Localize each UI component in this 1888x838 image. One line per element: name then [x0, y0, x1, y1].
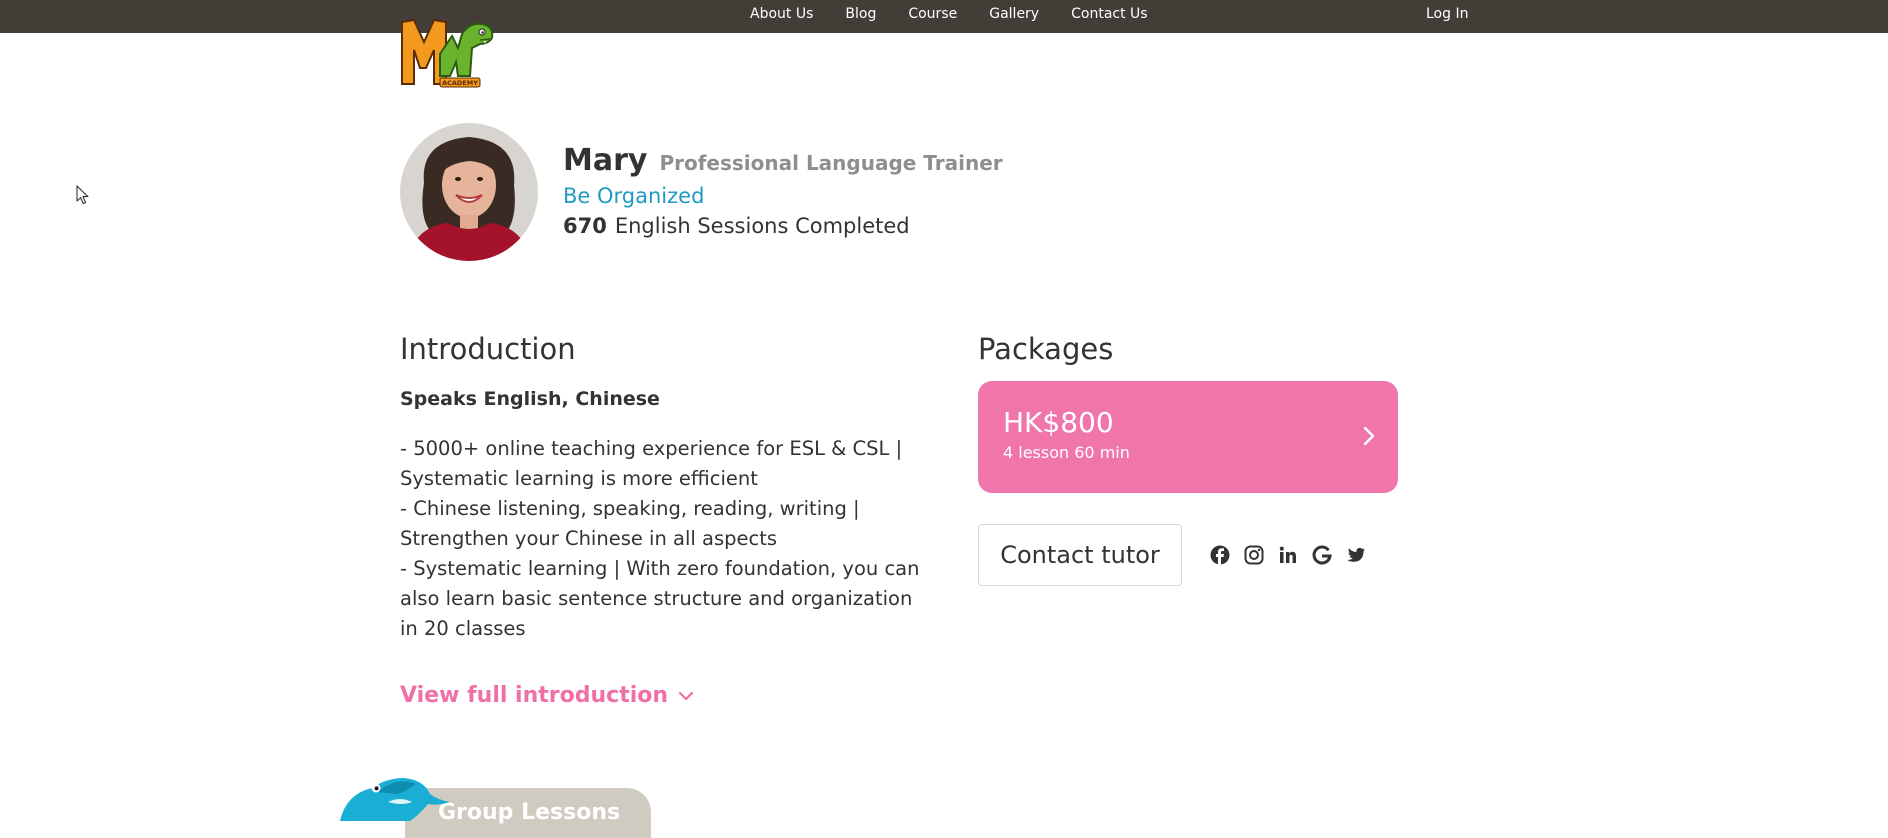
nav-course[interactable]: Course [908, 6, 957, 22]
session-label: English Sessions Completed [614, 214, 910, 238]
package-card[interactable]: HK$800 4 lesson 60 min [978, 381, 1398, 493]
nav-blog[interactable]: Blog [845, 6, 876, 22]
login-nav: Log In [1426, 0, 1468, 27]
session-count: 670 [563, 214, 607, 238]
intro-line: Strengthen your Chinese in all aspects [400, 527, 778, 550]
tutor-motto: Be Organized [563, 184, 705, 208]
instagram-icon[interactable] [1244, 545, 1264, 565]
intro-line: also learn basic sentence structure and … [400, 587, 913, 610]
chevron-right-icon [1363, 426, 1375, 446]
intro-line: - Chinese listening, speaking, reading, … [400, 497, 860, 520]
intro-line: in 20 classes [400, 617, 526, 640]
avatar-photo [400, 123, 538, 261]
intro-line: Systematic learning is more efficient [400, 467, 758, 490]
view-full-introduction-link[interactable]: View full introduction [400, 683, 694, 708]
google-icon[interactable] [1312, 545, 1332, 565]
linkedin-icon[interactable] [1278, 545, 1298, 565]
view-full-label: View full introduction [400, 683, 669, 708]
chevron-down-icon [678, 691, 694, 700]
social-links [1210, 545, 1366, 565]
sessions-completed: 670 English Sessions Completed [563, 211, 1003, 241]
package-detail: 4 lesson 60 min [1003, 443, 1130, 462]
mouse-cursor-icon [76, 185, 89, 205]
pterodactyl-mascot-icon [340, 778, 450, 821]
tutor-avatar [400, 123, 538, 261]
facebook-icon[interactable] [1210, 545, 1230, 565]
top-navbar: About Us Blog Course Gallery Contact Us … [0, 0, 1888, 33]
twitter-icon[interactable] [1346, 545, 1366, 565]
login-link[interactable]: Log In [1426, 6, 1468, 22]
name-line: Mary Professional Language Trainer [563, 143, 1003, 179]
contact-tutor-button[interactable]: Contact tutor [978, 524, 1182, 586]
svg-text:ACADEMY: ACADEMY [442, 79, 478, 87]
packages-heading: Packages [978, 332, 1114, 366]
tutor-title: Professional Language Trainer [659, 151, 1003, 175]
group-lessons-label: Group Lessons [438, 800, 621, 825]
nav-contact-us[interactable]: Contact Us [1071, 6, 1147, 22]
intro-line: - 5000+ online teaching experience for E… [400, 437, 903, 460]
nav-about-us[interactable]: About Us [750, 6, 813, 22]
introduction-text: - 5000+ online teaching experience for E… [400, 434, 920, 644]
languages-spoken: Speaks English, Chinese [400, 388, 660, 410]
logo-graphic: ACADEMY [401, 18, 494, 88]
nav-gallery[interactable]: Gallery [989, 6, 1039, 22]
tutor-name: Mary [563, 143, 648, 178]
intro-line: - Systematic learning | With zero founda… [400, 557, 920, 580]
package-price: HK$800 [1003, 406, 1114, 439]
introduction-heading: Introduction [400, 332, 576, 366]
academy-logo[interactable]: ACADEMY [400, 14, 496, 90]
main-nav: About Us Blog Course Gallery Contact Us [750, 0, 1148, 27]
tutor-profile: Mary Professional Language Trainer Be Or… [563, 143, 1003, 241]
